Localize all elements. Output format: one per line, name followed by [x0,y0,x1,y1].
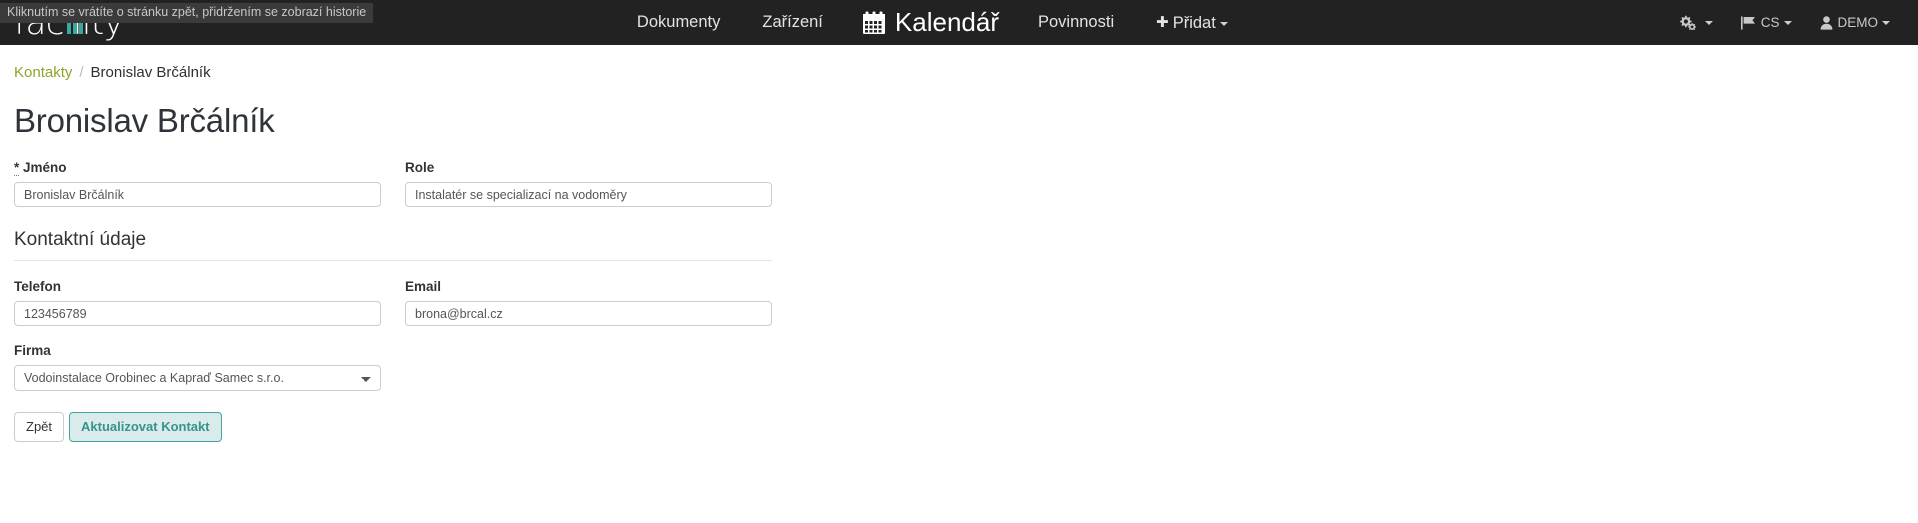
nav-language-menu[interactable]: CS [1727,0,1806,45]
chevron-down-icon [1704,20,1713,25]
nav-item-pridat[interactable]: ✚ Přidat [1135,0,1249,45]
jmeno-input[interactable] [14,182,381,207]
breadcrumb-separator: / [79,64,84,81]
calendar-icon [862,11,886,35]
chevron-down-icon [1783,20,1792,25]
user-icon [1820,15,1833,30]
plus-icon: ✚ [1156,14,1169,31]
field-group-firma: Firma Vodoinstalace Orobinec a Kapraď Sa… [14,343,381,391]
label-firma: Firma [14,343,51,358]
top-navbar: Kliknutím se vrátíte o stránku zpět, při… [0,0,1918,45]
form-row-identity: * Jméno Role [14,160,1164,224]
form-actions: Zpět Aktualizovat Kontakt [14,412,1904,442]
chevron-down-icon [1882,20,1890,25]
utility-nav: CS DEMO [1665,0,1918,45]
label-email: Email [405,279,442,294]
back-button[interactable]: Zpět [14,412,65,442]
gears-icon [1679,15,1696,30]
label-role: Role [405,160,435,175]
label-jmeno: * Jméno [14,160,381,176]
section-divider [14,260,772,261]
browser-status-tooltip: Kliknutím se vrátíte o stránku zpět, při… [0,3,374,23]
nav-user-menu[interactable]: DEMO [1806,0,1905,45]
field-group-jmeno: * Jméno [14,160,381,207]
breadcrumb: Kontakty / Bronislav Brčálník [14,45,1904,83]
form-row-contact: Telefon Email [14,279,1164,343]
page-container: Kontakty / Bronislav Brčálník Bronislav … [0,45,1918,442]
form-row-company: Firma Vodoinstalace Orobinec a Kapraď Sa… [14,343,1164,408]
contact-form: * Jméno Role Kontaktní údaje Telefon Ema… [14,160,1904,442]
primary-nav: Dokumenty Zařízení Kalendář Povinnosti ✚… [200,0,1665,45]
section-title-kontaktni-udaje: Kontaktní údaje [14,229,147,250]
label-telefon: Telefon [14,279,61,294]
firma-select[interactable]: Vodoinstalace Orobinec a Kapraď Samec s.… [14,365,381,391]
breadcrumb-link-kontakty[interactable]: Kontakty [14,63,72,83]
update-contact-button[interactable]: Aktualizovat Kontakt [69,412,222,442]
breadcrumb-current: Bronislav Brčálník [90,64,211,81]
email-input[interactable] [405,301,772,326]
telefon-input[interactable] [14,301,381,326]
nav-settings-menu[interactable] [1665,0,1727,45]
nav-item-kalendar-label: Kalendář [894,7,999,37]
nav-item-dokumenty[interactable]: Dokumenty [616,0,741,45]
flag-icon [1740,16,1756,30]
nav-item-kalendar[interactable]: Kalendář [844,0,1017,45]
role-input[interactable] [405,182,772,207]
field-group-telefon: Telefon [14,279,381,326]
nav-user-label: DEMO [1837,15,1879,30]
nav-language-label: CS [1760,15,1780,30]
page-title: Bronislav Brčálník [14,102,275,139]
nav-item-zarizeni[interactable]: Zařízení [741,0,844,45]
chevron-down-icon [1219,22,1228,26]
label-jmeno-text: Jméno [23,160,67,175]
field-group-role: Role [405,160,772,207]
required-marker: * [14,160,20,176]
nav-item-pridat-label: Přidat [1172,14,1216,32]
field-group-email: Email [405,279,772,326]
nav-item-povinnosti[interactable]: Povinnosti [1017,0,1135,45]
